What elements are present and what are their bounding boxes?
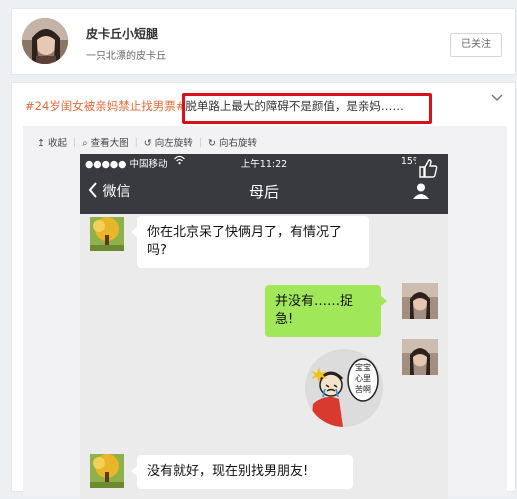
thumbs-up-icon[interactable] — [416, 156, 440, 180]
chat-nav-bar: 微信 母后 — [80, 170, 448, 214]
user-chat-avatar[interactable] — [402, 339, 438, 375]
rotate-left-label: 向左旋转 — [154, 138, 193, 149]
rotate-right-button[interactable]: ↻ 向右旋转 — [208, 135, 257, 149]
message-bubble-incoming[interactable]: 你在北京呆了快俩月了，有情况了吗? — [131, 216, 369, 268]
rotate-left-icon: ↺ — [143, 138, 152, 149]
mother-avatar[interactable] — [90, 454, 124, 488]
divider: | — [73, 136, 77, 148]
collapse-label: 收起 — [48, 138, 68, 149]
username[interactable]: 皮卡丘小短腿 — [86, 25, 158, 42]
rotate-left-button[interactable]: ↺ 向左旋转 — [144, 135, 193, 149]
message-bubble-outgoing[interactable]: 并没有……捉急! — [265, 285, 387, 337]
message-bubble-incoming[interactable]: 没有就好，现在别找男朋友! — [131, 455, 353, 489]
divider: | — [198, 136, 203, 148]
highlight-box — [182, 93, 432, 124]
user-card: 皮卡丘小短腿 一只北漂的皮卡丘 已关注 — [11, 8, 516, 75]
view-large-button[interactable]: ⌕ 查看大图 — [82, 135, 128, 149]
user-chat-avatar[interactable] — [402, 283, 438, 319]
search-icon: ⌕ — [82, 138, 88, 149]
user-avatar[interactable] — [22, 18, 68, 64]
follow-button[interactable]: 已关注 — [450, 33, 502, 57]
post-card: #24岁闺女被亲妈禁止找男票#脱单路上最大的障碍不是颜值，是亲妈…… ↥ 收起 … — [11, 82, 516, 499]
crying-sticker[interactable]: 宝宝 心里 苦啊 — [305, 349, 383, 427]
chat-title: 母后 — [248, 183, 279, 201]
up-arrow-icon: ↥ — [37, 138, 45, 149]
svg-text:苦啊: 苦啊 — [355, 384, 371, 394]
svg-text:心里: 心里 — [355, 374, 371, 383]
collapse-button[interactable]: ↥ 收起 — [37, 135, 67, 149]
svg-text:宝宝: 宝宝 — [355, 362, 371, 372]
mother-avatar[interactable] — [90, 217, 124, 251]
chat-screenshot[interactable]: ●●●●● 中国移动 上午11:22 15% 微信 母后 你在北京呆了快俩月了，… — [80, 154, 448, 499]
phone-status-bar: ●●●●● 中国移动 上午11:22 15% — [80, 154, 448, 170]
clock: 上午11:22 — [240, 159, 288, 170]
user-bio: 一只北漂的皮卡丘 — [86, 51, 166, 62]
rotate-right-icon: ↻ — [208, 138, 216, 149]
person-icon[interactable] — [412, 182, 430, 204]
divider: | — [134, 136, 138, 148]
chevron-down-icon[interactable] — [491, 91, 503, 105]
hashtag-link[interactable]: #24岁闺女被亲妈禁止找男票# — [25, 99, 185, 113]
rotate-right-label: 向右旋转 — [219, 138, 258, 149]
view-large-label: 查看大图 — [90, 138, 129, 149]
media-panel: ↥ 收起 | ⌕ 查看大图 | ↺ 向左旋转 | ↻ 向右旋转 ●●●●● 中国… — [23, 126, 507, 499]
image-toolbar: ↥ 收起 | ⌕ 查看大图 | ↺ 向左旋转 | ↻ 向右旋转 — [37, 135, 257, 150]
